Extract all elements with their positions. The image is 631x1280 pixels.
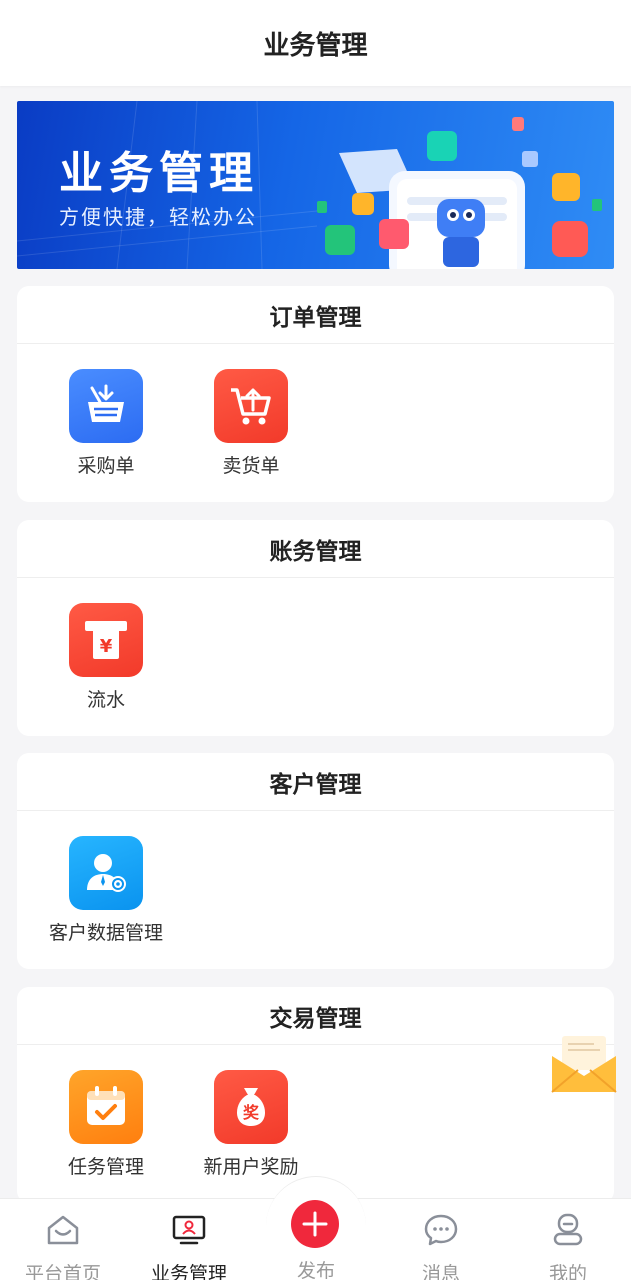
banner-subtitle: 方便快捷，轻松办公 (59, 205, 257, 229)
item-label: 新用户奖励 (203, 1156, 299, 1178)
new-user-reward-button[interactable]: 奖 新用户奖励 (178, 1070, 324, 1179)
tab-messages[interactable]: 消息 (378, 1211, 504, 1280)
envelope-icon (551, 1036, 617, 1093)
section-title: 订单管理 (269, 304, 362, 331)
home-icon (44, 1211, 82, 1249)
publish-button[interactable] (291, 1200, 339, 1248)
section-customer-management: 客户管理 客户数据管理 (17, 753, 614, 969)
top-bar: 业务管理 (0, 0, 631, 86)
section-header: 客户管理 (17, 753, 614, 811)
tab-mine[interactable]: 我的 (505, 1211, 631, 1280)
tab-label: 业务管理 (150, 1263, 227, 1280)
tab-business[interactable]: 业务管理 (126, 1211, 252, 1280)
reward-badge: 奖 (243, 1103, 260, 1122)
monitor-user-icon (170, 1211, 208, 1249)
chat-bubble-icon (422, 1211, 460, 1249)
section-title: 客户管理 (269, 771, 362, 798)
yuan-receipt-icon: ¥ (69, 603, 143, 677)
purchase-order-button[interactable]: 采购单 (33, 369, 179, 478)
section-header: 交易管理 (17, 987, 614, 1045)
yuan-symbol: ¥ (100, 636, 113, 657)
publish-label: 发布 (296, 1260, 335, 1280)
section-order-management: 订单管理 采购单 卖货单 (17, 286, 614, 502)
item-label: 卖货单 (222, 455, 280, 477)
section-grid: 采购单 卖货单 (17, 344, 614, 502)
banner-title: 业务管理 (59, 148, 259, 199)
item-label: 任务管理 (67, 1156, 144, 1178)
page-title: 业务管理 (263, 30, 368, 61)
section-title: 交易管理 (269, 1005, 362, 1032)
cart-icon (214, 369, 288, 443)
tab-label: 我的 (548, 1263, 587, 1280)
calendar-check-icon (69, 1070, 143, 1144)
tab-home[interactable]: 平台首页 (0, 1211, 126, 1280)
section-grid: ¥ 流水 (17, 578, 614, 736)
item-label: 流水 (86, 689, 125, 711)
section-grid: 客户数据管理 (17, 811, 614, 969)
customer-settings-icon (69, 836, 143, 910)
tab-label: 平台首页 (24, 1263, 101, 1280)
section-header: 账务管理 (17, 520, 614, 578)
item-label: 客户数据管理 (48, 922, 163, 944)
customer-data-button[interactable]: 客户数据管理 (33, 836, 179, 945)
mail-float-button[interactable] (550, 1034, 618, 1094)
cash-flow-button[interactable]: ¥ 流水 (33, 603, 179, 712)
section-title: 账务管理 (269, 538, 362, 565)
reward-bag-icon: 奖 (214, 1070, 288, 1144)
section-header: 订单管理 (17, 286, 614, 344)
basket-icon (69, 369, 143, 443)
profile-icon (549, 1211, 587, 1249)
item-label: 采购单 (77, 455, 135, 477)
tab-label: 消息 (421, 1263, 460, 1280)
section-trade-management: 交易管理 任务管理 奖 新用户奖励 (17, 987, 614, 1203)
plus-icon (302, 1211, 328, 1237)
task-management-button[interactable]: 任务管理 (33, 1070, 179, 1179)
sales-order-button[interactable]: 卖货单 (178, 369, 324, 478)
banner[interactable]: 业务管理 方便快捷，轻松办公 (17, 101, 614, 269)
section-finance-management: 账务管理 ¥ 流水 (17, 520, 614, 736)
